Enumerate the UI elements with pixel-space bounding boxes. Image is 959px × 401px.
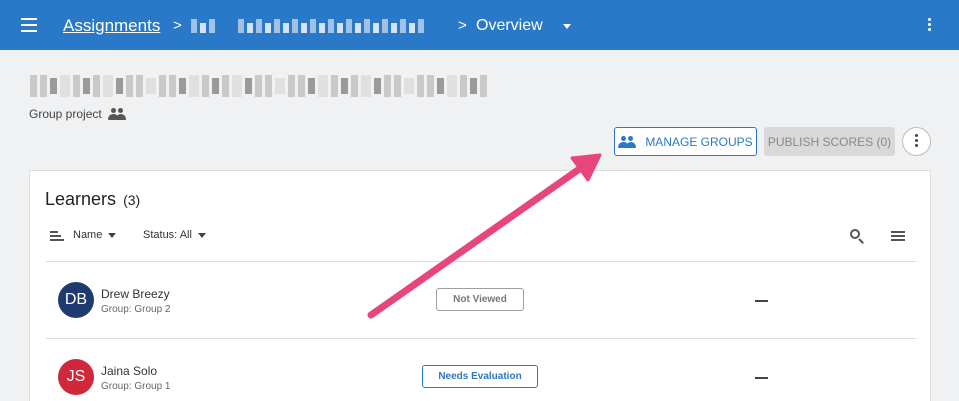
sort-icon[interactable] [50,231,64,241]
redacted-breadcrumb [238,19,424,33]
manage-groups-button[interactable]: MANAGE GROUPS [614,127,757,156]
breadcrumb-dropdown-caret-icon[interactable] [563,24,571,29]
sort-name-label: Name [73,229,103,241]
hamburger-menu-icon[interactable] [21,18,37,32]
avatar: DB [58,282,94,318]
status-badge: Needs Evaluation [422,365,538,388]
kebab-icon [915,134,918,149]
learners-title: Learners [45,189,117,209]
chevron-down-icon [108,232,117,238]
learner-row[interactable]: DB Drew Breezy Group: Group 2 Not Viewed [46,262,916,338]
people-icon [618,135,637,148]
avatar: JS [58,359,94,395]
breadcrumb-chevron-icon: > [458,17,467,34]
people-icon [107,108,126,120]
publish-scores-label: PUBLISH SCORES (0) [767,134,892,149]
learners-heading: Learners (3) [45,189,140,210]
learner-group: Group: Group 2 [101,304,171,315]
redacted-assignment-title [30,72,487,100]
breadcrumb-assignments-link[interactable]: Assignments [63,16,160,36]
learners-card: Learners (3) Name Status: All DB Drew Br… [29,170,931,401]
learner-row[interactable]: JS Jaina Solo Group: Group 1 Needs Evalu… [46,339,916,401]
top-app-bar: Assignments > > Overview [0,0,959,50]
search-icon[interactable] [850,229,864,244]
learner-name: Drew Breezy [101,287,170,301]
breadcrumb-current: Overview [476,17,543,34]
status-badge: Not Viewed [436,288,524,311]
list-view-icon[interactable] [891,231,905,243]
score-dash [755,377,768,379]
status-filter-label: Status: All [143,229,192,241]
status-filter-dropdown[interactable]: Status: All [143,229,206,241]
learners-count: (3) [123,192,141,208]
more-actions-button[interactable] [902,127,931,156]
group-project-text: Group project [29,107,102,121]
publish-scores-button[interactable]: PUBLISH SCORES (0) [764,127,895,156]
chevron-down-icon [197,232,206,238]
breadcrumb-chevron-icon: > [173,17,182,34]
sort-name-dropdown[interactable]: Name [73,229,117,241]
redacted-breadcrumb [191,19,215,33]
learner-group: Group: Group 1 [101,381,171,392]
learner-name: Jaina Solo [101,364,158,378]
more-options-icon[interactable] [926,18,932,34]
manage-groups-label: MANAGE GROUPS [645,134,753,149]
score-dash [755,300,768,302]
group-project-label: Group project [29,107,126,121]
